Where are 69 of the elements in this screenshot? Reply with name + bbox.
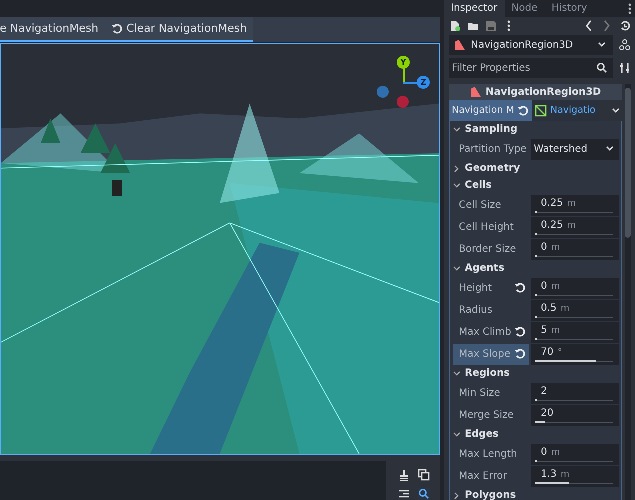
search-icon — [596, 62, 608, 74]
number-field[interactable]: 0.25 m — [531, 216, 619, 238]
property-label: Merge Size — [458, 408, 515, 422]
mesh-icon — [535, 104, 548, 116]
chevron-down-icon — [453, 264, 461, 272]
dock-tab[interactable]: Node — [504, 0, 545, 17]
dock-tab[interactable]: History — [544, 0, 594, 17]
node-type-label: NavigationRegion3D — [486, 86, 602, 98]
scrollbar-thumb[interactable] — [625, 88, 631, 238]
history-icon[interactable] — [619, 20, 631, 32]
chevron-down-icon — [453, 126, 461, 134]
property-label: Height — [453, 278, 529, 298]
revert-icon[interactable] — [514, 326, 526, 338]
more-options-icon[interactable] — [507, 20, 511, 32]
number-field[interactable]: 0 m — [531, 444, 619, 464]
toolbar-button[interactable]: e NavigationMesh — [0, 17, 105, 42]
number-field[interactable]: 20 — [531, 404, 619, 426]
property-label: Max Length — [458, 448, 518, 462]
number-field[interactable]: 2 — [531, 382, 619, 404]
documentation-icon[interactable] — [619, 39, 631, 51]
revert-icon[interactable] — [514, 348, 526, 360]
dock-tab[interactable]: Inspector — [444, 0, 505, 17]
revert-icon[interactable] — [514, 282, 526, 294]
number-field[interactable]: 0.5 m — [531, 300, 619, 320]
number-field[interactable]: 0 m — [531, 238, 619, 260]
tools-icon[interactable] — [619, 62, 631, 74]
number-field[interactable]: 70 ° — [531, 344, 619, 364]
chevron-down-icon — [453, 370, 461, 378]
number-field[interactable]: 0.25 m — [531, 194, 619, 216]
section-header[interactable]: Regions — [453, 365, 619, 382]
property-label: Min Size — [458, 386, 502, 400]
resource-tab[interactable]: Navigation M — [449, 100, 532, 121]
chevron-right-icon — [453, 164, 461, 172]
list-icon[interactable] — [398, 488, 410, 500]
revert-icon — [110, 22, 123, 34]
number-field[interactable]: 1.3 m — [531, 466, 619, 486]
property-label: Partition Type — [458, 142, 528, 156]
folder-icon[interactable] — [467, 20, 479, 32]
property-label: Cell Size — [458, 198, 502, 212]
filter-properties-field[interactable]: Filter Properties — [449, 58, 613, 78]
property-label: Max Climb — [453, 322, 529, 342]
section-header[interactable]: Cells — [453, 177, 619, 194]
chevron-down-icon — [453, 430, 461, 438]
number-field[interactable]: 5 m — [531, 322, 619, 342]
section-header[interactable]: Polygons — [453, 487, 619, 500]
chevron-down-icon — [453, 182, 461, 190]
node-selector-dropdown[interactable]: NavigationRegion3D — [449, 35, 613, 55]
section-header[interactable]: Geometry — [453, 160, 619, 177]
new-resource-icon[interactable] — [449, 20, 461, 32]
section-header[interactable]: Edges — [453, 426, 619, 443]
option-dropdown[interactable]: Watershed — [531, 138, 619, 160]
search-icon[interactable] — [418, 488, 430, 500]
revert-icon — [517, 104, 530, 116]
property-label: Cell Height — [458, 220, 515, 234]
more-options-icon[interactable] — [628, 2, 632, 14]
property-label: Border Size — [458, 242, 518, 256]
save-icon[interactable] — [485, 20, 497, 32]
property-label: Max Error — [458, 470, 508, 484]
section-header[interactable]: Sampling — [453, 121, 619, 138]
navigation-region-icon — [454, 39, 466, 51]
number-field[interactable]: 0 m — [531, 278, 619, 298]
copy-icon[interactable] — [418, 469, 430, 481]
property-label: Max Slope — [453, 344, 529, 364]
property-label: Radius — [458, 304, 494, 318]
navigation-region-icon — [470, 86, 482, 98]
section-header[interactable]: Agents — [453, 260, 619, 277]
broom-icon[interactable] — [398, 469, 410, 481]
chevron-right-icon — [453, 492, 461, 500]
toolbar-button[interactable]: Clear NavigationMesh — [104, 17, 254, 42]
